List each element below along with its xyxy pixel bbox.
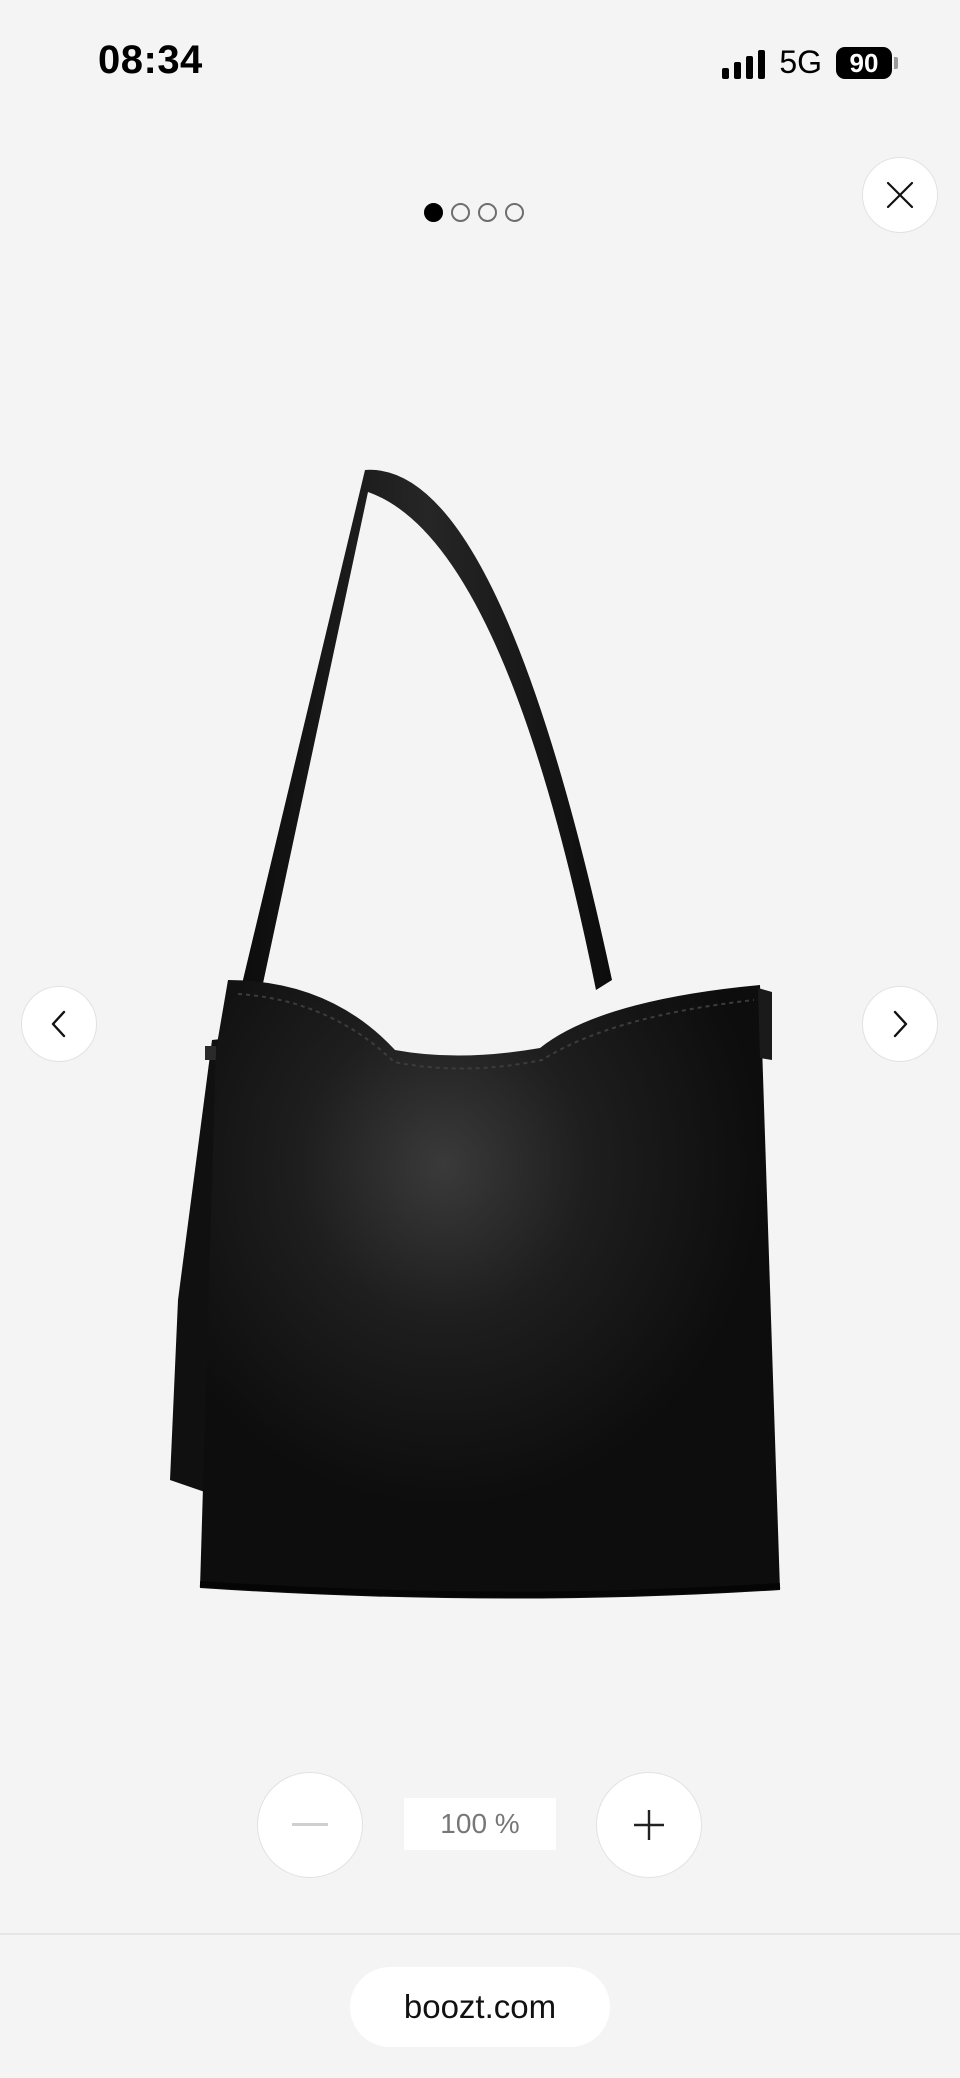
pager-dot-4[interactable] <box>505 203 524 222</box>
chevron-right-icon <box>893 1010 908 1038</box>
close-button[interactable] <box>862 157 938 233</box>
close-icon <box>886 181 914 209</box>
battery-icon: 90 <box>836 46 898 79</box>
product-image-viewer: 08:34 5G 90 100 % boozt.com <box>0 0 960 2078</box>
plus-icon <box>634 1810 664 1840</box>
pager-dot-2[interactable] <box>451 203 470 222</box>
zoom-level: 100 % <box>404 1798 556 1850</box>
status-indicators: 5G 90 <box>722 44 898 81</box>
pager-dot-1[interactable] <box>424 203 443 222</box>
pager-dot-3[interactable] <box>478 203 497 222</box>
chevron-left-icon <box>51 1010 66 1038</box>
minus-icon <box>292 1823 328 1826</box>
zoom-out-button[interactable] <box>257 1772 363 1878</box>
image-pager <box>424 203 524 222</box>
battery-cap <box>894 56 898 69</box>
next-image-button[interactable] <box>862 986 938 1062</box>
status-time: 08:34 <box>98 38 203 82</box>
network-label: 5G <box>779 44 822 80</box>
battery-level: 90 <box>836 46 892 79</box>
product-image-black-shoulder-bag[interactable] <box>160 460 800 1610</box>
status-bar: 08:34 5G 90 <box>0 0 960 130</box>
address-bar[interactable]: boozt.com <box>350 1967 610 2047</box>
zoom-in-button[interactable] <box>596 1772 702 1878</box>
signal-bars-icon <box>722 47 766 79</box>
browser-toolbar: boozt.com <box>0 1933 960 2078</box>
previous-image-button[interactable] <box>21 986 97 1062</box>
